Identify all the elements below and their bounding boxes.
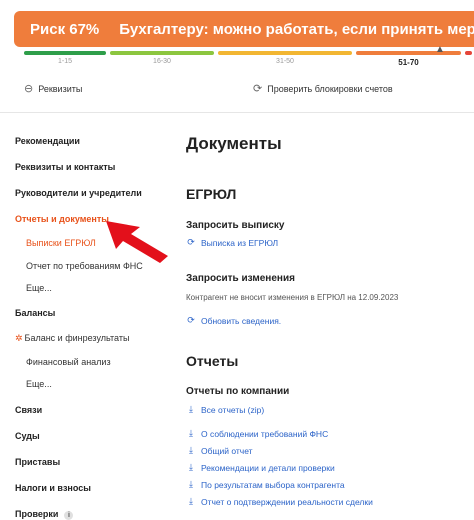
report-link-label: Рекомендации и детали проверки	[201, 462, 335, 473]
sidebar-subitem-more[interactable]: Еще...	[26, 283, 52, 293]
changes-note: Контрагент не вносит изменения в ЕГРЮЛ н…	[186, 293, 399, 302]
requisites-button[interactable]: ⊖ Реквизиты	[24, 82, 82, 95]
refresh-icon: ⟳	[253, 83, 263, 95]
sidebar-subitem-more-2[interactable]: Еще...	[26, 379, 52, 389]
report-link-label: По результатам выбора контрагента	[201, 479, 345, 490]
sidebar-item-balances[interactable]: Балансы	[15, 308, 55, 318]
sidebar-item-recommendations[interactable]: Рекомендации	[15, 136, 80, 146]
report-link-label: О соблюдении требований ФНС	[201, 428, 329, 439]
page-title: Документы	[186, 134, 282, 153]
scale-segment-4	[356, 51, 461, 55]
report-link-label: Отчет о подтверждении реальности сделки	[201, 496, 373, 507]
risk-scale: 1-15 16-30 31-50 51-70 ▲	[24, 44, 472, 71]
scale-segment-3	[218, 51, 352, 55]
sidebar-subitem-balance[interactable]: ✲ Баланс и финрезультаты	[15, 333, 129, 344]
scale-segment-5	[465, 51, 472, 55]
company-reports-heading: Отчеты по компании	[186, 386, 290, 397]
report-link-deal-reality[interactable]: ⤓ Отчет о подтверждении реальности сделки	[186, 496, 373, 507]
report-link-label: Общий отчет	[201, 445, 253, 456]
balance-label: Баланс и финрезультаты	[24, 333, 130, 343]
request-changes-heading: Запросить изменения	[186, 273, 295, 284]
sidebar-item-managers[interactable]: Руководители и учредители	[15, 188, 142, 198]
section-egrul: ЕГРЮЛ	[186, 186, 237, 202]
requisites-label: Реквизиты	[38, 83, 83, 94]
scale-label-4: 51-70	[398, 58, 419, 67]
sidebar-subitem-fin-analysis[interactable]: Финансовый анализ	[26, 357, 111, 367]
toolbar: ⊖ Реквизиты ⟳ Проверить блокировки счето…	[0, 78, 474, 100]
scale-label-2: 16-30	[153, 58, 171, 65]
risk-banner: Риск 67% Бухгалтеру: можно работать, есл…	[14, 11, 474, 47]
download-icon: ⤓	[189, 445, 193, 455]
download-icon: ⤓	[189, 496, 193, 506]
sidebar-item-taxes[interactable]: Налоги и взносы	[15, 483, 91, 493]
request-extract-heading: Запросить выписку	[186, 220, 285, 231]
download-icon: ⤓	[189, 404, 193, 414]
sidebar-item-reports-documents[interactable]: Отчеты и документы	[15, 214, 109, 224]
check-blocks-label: Проверить блокировки счетов	[267, 83, 393, 94]
download-icon: ⤓	[189, 479, 193, 489]
update-info-label: Обновить сведения.	[201, 315, 282, 326]
scale-label-1: 1-15	[57, 58, 72, 65]
sidebar-item-connections[interactable]: Связи	[15, 405, 42, 415]
sidebar-item-courts[interactable]: Суды	[15, 431, 40, 441]
scale-segment-2	[110, 51, 214, 55]
red-arrow-icon	[106, 221, 168, 263]
dots-circle-icon: ⊖	[24, 83, 34, 95]
sidebar-item-requisites-contacts[interactable]: Реквизиты и контакты	[15, 162, 115, 172]
egrul-extract-link[interactable]: ⟳ Выписка из ЕГРЮЛ	[186, 237, 278, 248]
report-link-general[interactable]: ⤓ Общий отчет	[186, 445, 253, 456]
report-link-selection[interactable]: ⤓ По результатам выбора контрагента	[186, 479, 345, 490]
report-link-all-zip[interactable]: ⤓ Все отчеты (zip)	[186, 404, 264, 415]
sidebar-item-inspections[interactable]: Проверки i	[15, 509, 74, 520]
report-link-fns[interactable]: ⤓ О соблюдении требований ФНС	[186, 428, 328, 439]
sidebar-subitem-egrul-extracts[interactable]: Выписки ЕГРЮЛ	[26, 238, 96, 248]
download-icon: ⤓	[189, 462, 193, 472]
update-info-link[interactable]: ⟳ Обновить сведения.	[186, 315, 281, 326]
egrul-extract-label: Выписка из ЕГРЮЛ	[201, 237, 279, 248]
refresh-icon: ⟳	[187, 315, 195, 325]
report-link-recommendations[interactable]: ⤓ Рекомендации и детали проверки	[186, 462, 335, 473]
gear-icon: ✲	[15, 333, 23, 343]
download-icon: ⤓	[189, 428, 193, 438]
report-link-label: Все отчеты (zip)	[201, 404, 265, 415]
risk-message: Бухгалтеру: можно работать, если принять…	[119, 20, 474, 38]
divider	[0, 112, 474, 113]
risk-percent: Риск 67%	[30, 20, 100, 38]
inspections-label: Проверки	[15, 509, 59, 519]
section-reports: Отчеты	[186, 353, 239, 369]
refresh-icon: ⟳	[187, 237, 195, 247]
check-blocks-button[interactable]: ⟳ Проверить блокировки счетов	[253, 82, 393, 95]
info-badge-icon: i	[64, 511, 74, 520]
scale-label-3: 31-50	[276, 58, 294, 65]
triangle-up-icon: ▲	[435, 44, 445, 55]
sidebar-item-bailiffs[interactable]: Приставы	[15, 457, 60, 467]
scale-segment-1	[24, 51, 106, 55]
